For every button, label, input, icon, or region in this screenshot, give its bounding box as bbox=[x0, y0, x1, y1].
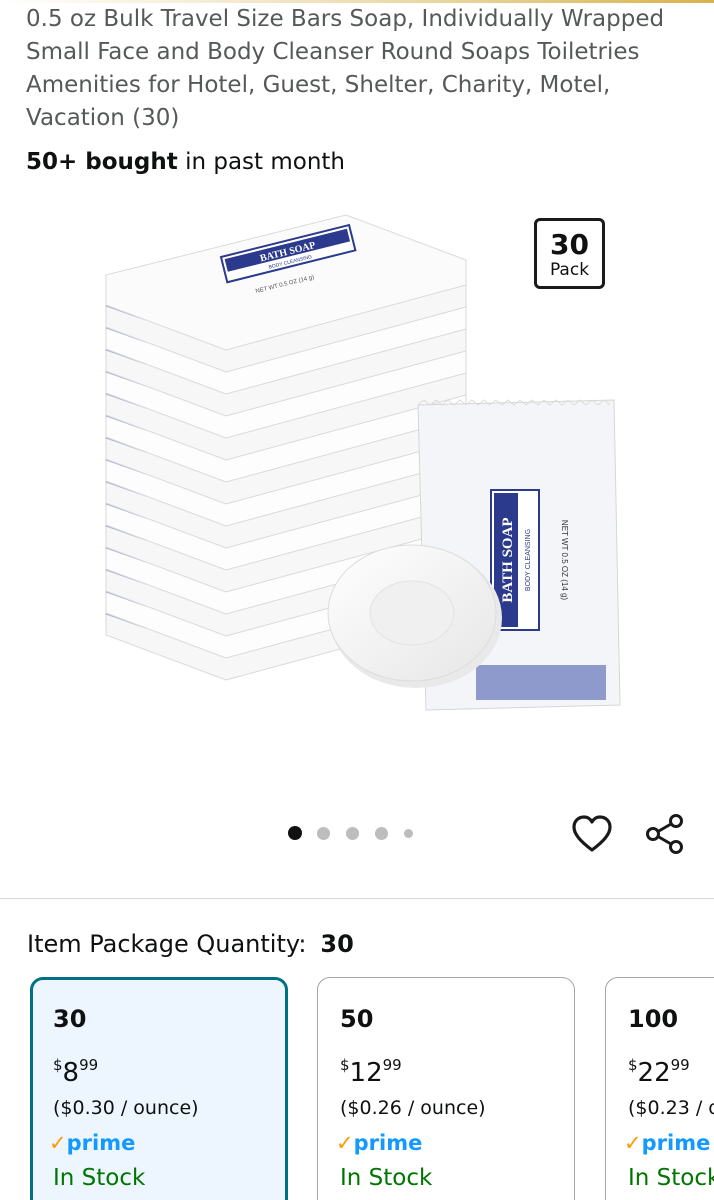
option-stock-status: In Stock bbox=[340, 1165, 433, 1191]
prime-check-icon: ✓ bbox=[336, 1131, 354, 1155]
section-divider bbox=[0, 898, 714, 899]
carousel-dot[interactable] bbox=[317, 826, 330, 840]
option-unit-price: ($0.26 / ounce) bbox=[340, 1097, 486, 1119]
option-unit-price: ($0.23 / ounce) bbox=[628, 1097, 714, 1119]
option-quantity: 50 bbox=[340, 1005, 374, 1033]
heart-outline-icon[interactable] bbox=[570, 812, 614, 856]
item-package-quantity-label: Item Package Quantity: bbox=[27, 930, 307, 958]
single-packet-sub: BODY CLEANSING bbox=[525, 529, 532, 591]
pack-count-badge: 30 Pack bbox=[534, 218, 605, 289]
share-icon[interactable] bbox=[643, 812, 687, 856]
single-packet-weight: NET WT 0.5 OZ (14 g) bbox=[560, 520, 569, 601]
single-packet-brand: BATH SOAP bbox=[500, 517, 516, 602]
option-quantity: 30 bbox=[53, 1005, 87, 1033]
option-price: $899 bbox=[53, 1056, 99, 1088]
carousel-dot[interactable] bbox=[346, 826, 359, 840]
prime-check-icon: ✓ bbox=[624, 1131, 642, 1155]
quantity-option-100[interactable]: 100 $2299 ($0.23 / ounce) ✓prime In Stoc… bbox=[605, 977, 714, 1200]
bought-count-bold: 50+ bought bbox=[26, 149, 178, 175]
pack-count-number: 30 bbox=[550, 228, 589, 261]
prime-badge: ✓prime bbox=[624, 1131, 711, 1155]
product-image[interactable]: BATH SOAP BODY CLEANSING NET WT 0.5 OZ (… bbox=[96, 205, 626, 765]
quantity-options: 30 $899 ($0.30 / ounce) ✓prime In Stock … bbox=[0, 975, 714, 1200]
carousel-dot[interactable] bbox=[288, 826, 302, 840]
option-price: $1299 bbox=[340, 1056, 402, 1088]
carousel-dot[interactable] bbox=[404, 828, 413, 838]
item-package-quantity-value: 30 bbox=[320, 930, 354, 958]
pack-count-label: Pack bbox=[549, 260, 590, 280]
quantity-option-50[interactable]: 50 $1299 ($0.26 / ounce) ✓prime In Stock bbox=[317, 977, 575, 1200]
prime-badge: ✓prime bbox=[336, 1131, 423, 1155]
carousel-dot[interactable] bbox=[375, 826, 388, 840]
item-package-quantity: Item Package Quantity: 30 bbox=[27, 925, 354, 963]
bought-count: 50+ bought in past month bbox=[26, 146, 345, 178]
bought-count-rest: in past month bbox=[177, 149, 346, 175]
option-stock-status: In Stock bbox=[628, 1165, 714, 1191]
prime-badge: ✓prime bbox=[49, 1131, 136, 1155]
option-price: $2299 bbox=[628, 1056, 690, 1088]
option-unit-price: ($0.30 / ounce) bbox=[53, 1097, 199, 1119]
prime-check-icon: ✓ bbox=[49, 1131, 67, 1155]
quantity-option-30[interactable]: 30 $899 ($0.30 / ounce) ✓prime In Stock bbox=[30, 977, 288, 1200]
product-title: 0.5 oz Bulk Travel Size Bars Soap, Indiv… bbox=[26, 6, 665, 131]
option-quantity: 100 bbox=[628, 1005, 679, 1033]
option-stock-status: In Stock bbox=[53, 1165, 146, 1191]
